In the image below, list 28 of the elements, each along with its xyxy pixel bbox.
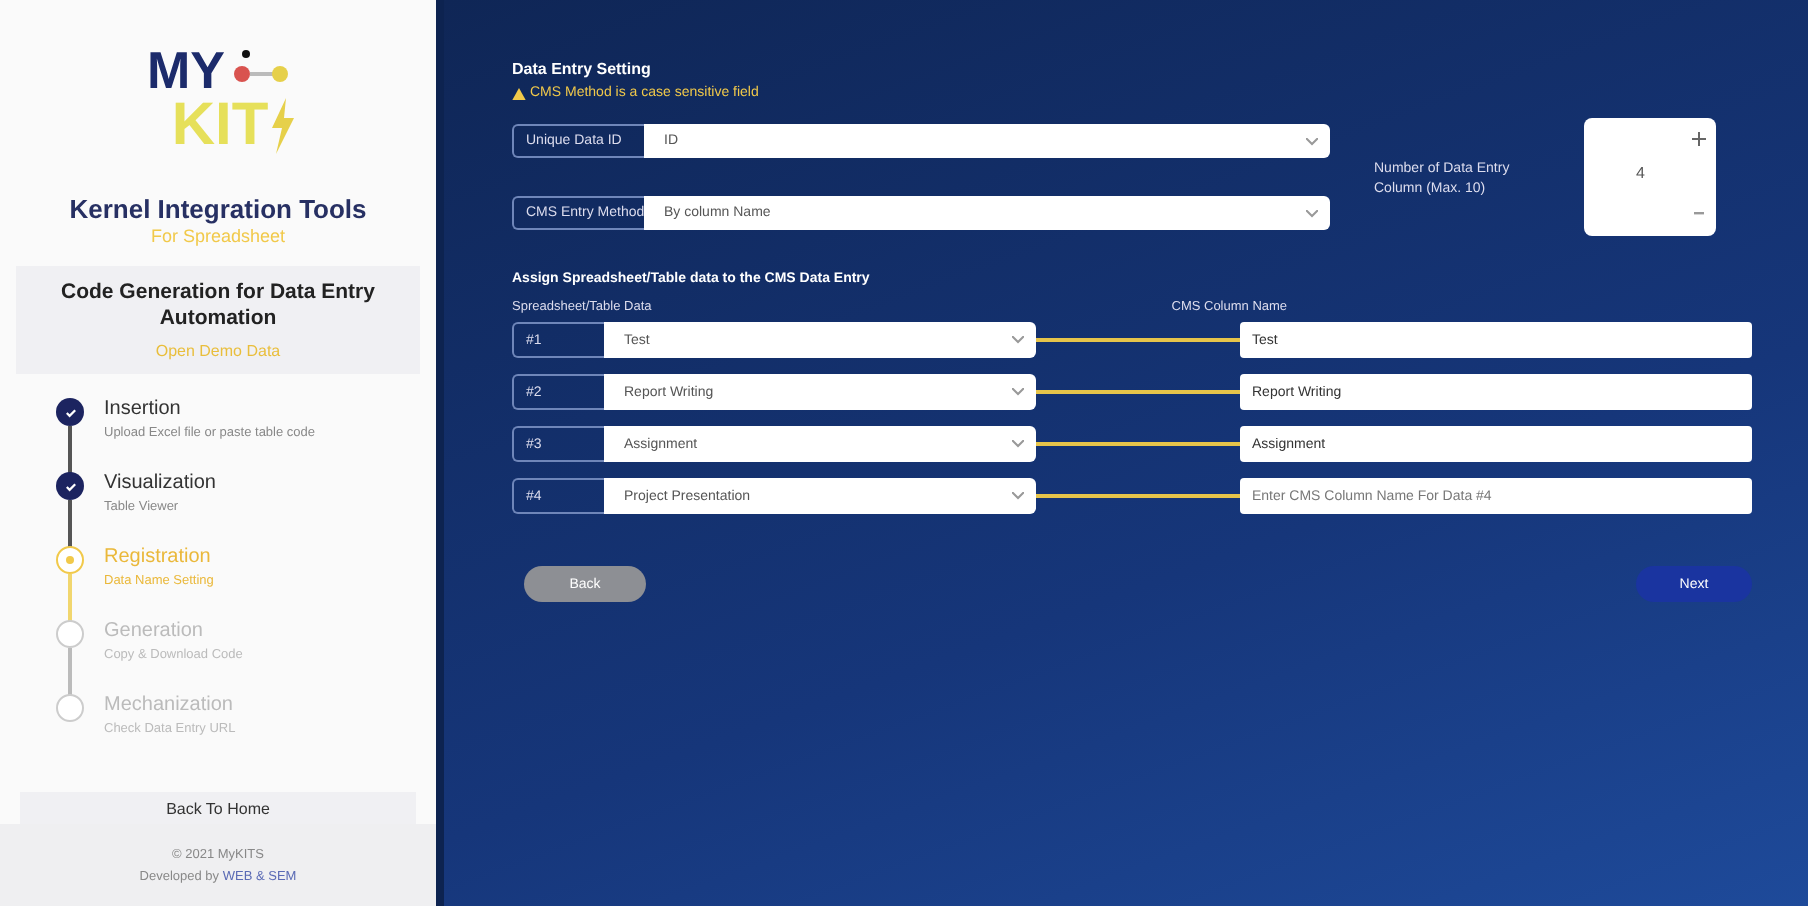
step-label: Registration — [104, 546, 213, 569]
step-indicator — [56, 546, 84, 575]
step-indicator — [56, 398, 84, 427]
step-label: Mechanization — [104, 694, 235, 717]
section-title: Data Entry Setting — [512, 60, 653, 78]
logo-text: MY — [147, 44, 225, 96]
home-button[interactable]: Back To Home — [20, 792, 416, 825]
step-indicator — [56, 620, 84, 649]
caret-icon — [1012, 336, 1024, 344]
caret-icon — [1012, 388, 1024, 396]
card-title: Code Generation for Data Entry Automation — [59, 279, 377, 332]
step-label: Visualization — [104, 472, 216, 495]
caret-icon — [1012, 492, 1024, 500]
logo-text: KIT — [171, 96, 269, 156]
step-indicator — [56, 694, 84, 723]
lightning-icon — [268, 98, 297, 154]
step-label: Generation — [104, 620, 205, 643]
plus-icon — [1692, 132, 1706, 146]
caret-icon — [1306, 209, 1318, 217]
warning-icon — [512, 87, 526, 99]
caret-icon — [1306, 137, 1318, 145]
app-subtitle: For Spreadsheet — [148, 225, 288, 246]
caret-icon — [1012, 440, 1024, 448]
app-title: Kernel Integration Tools — [67, 193, 369, 224]
minus-icon — [1694, 212, 1704, 216]
number-stepper[interactable]: 4 — [1584, 118, 1716, 236]
step-label: Insertion — [104, 398, 183, 421]
step-indicator — [56, 472, 84, 501]
